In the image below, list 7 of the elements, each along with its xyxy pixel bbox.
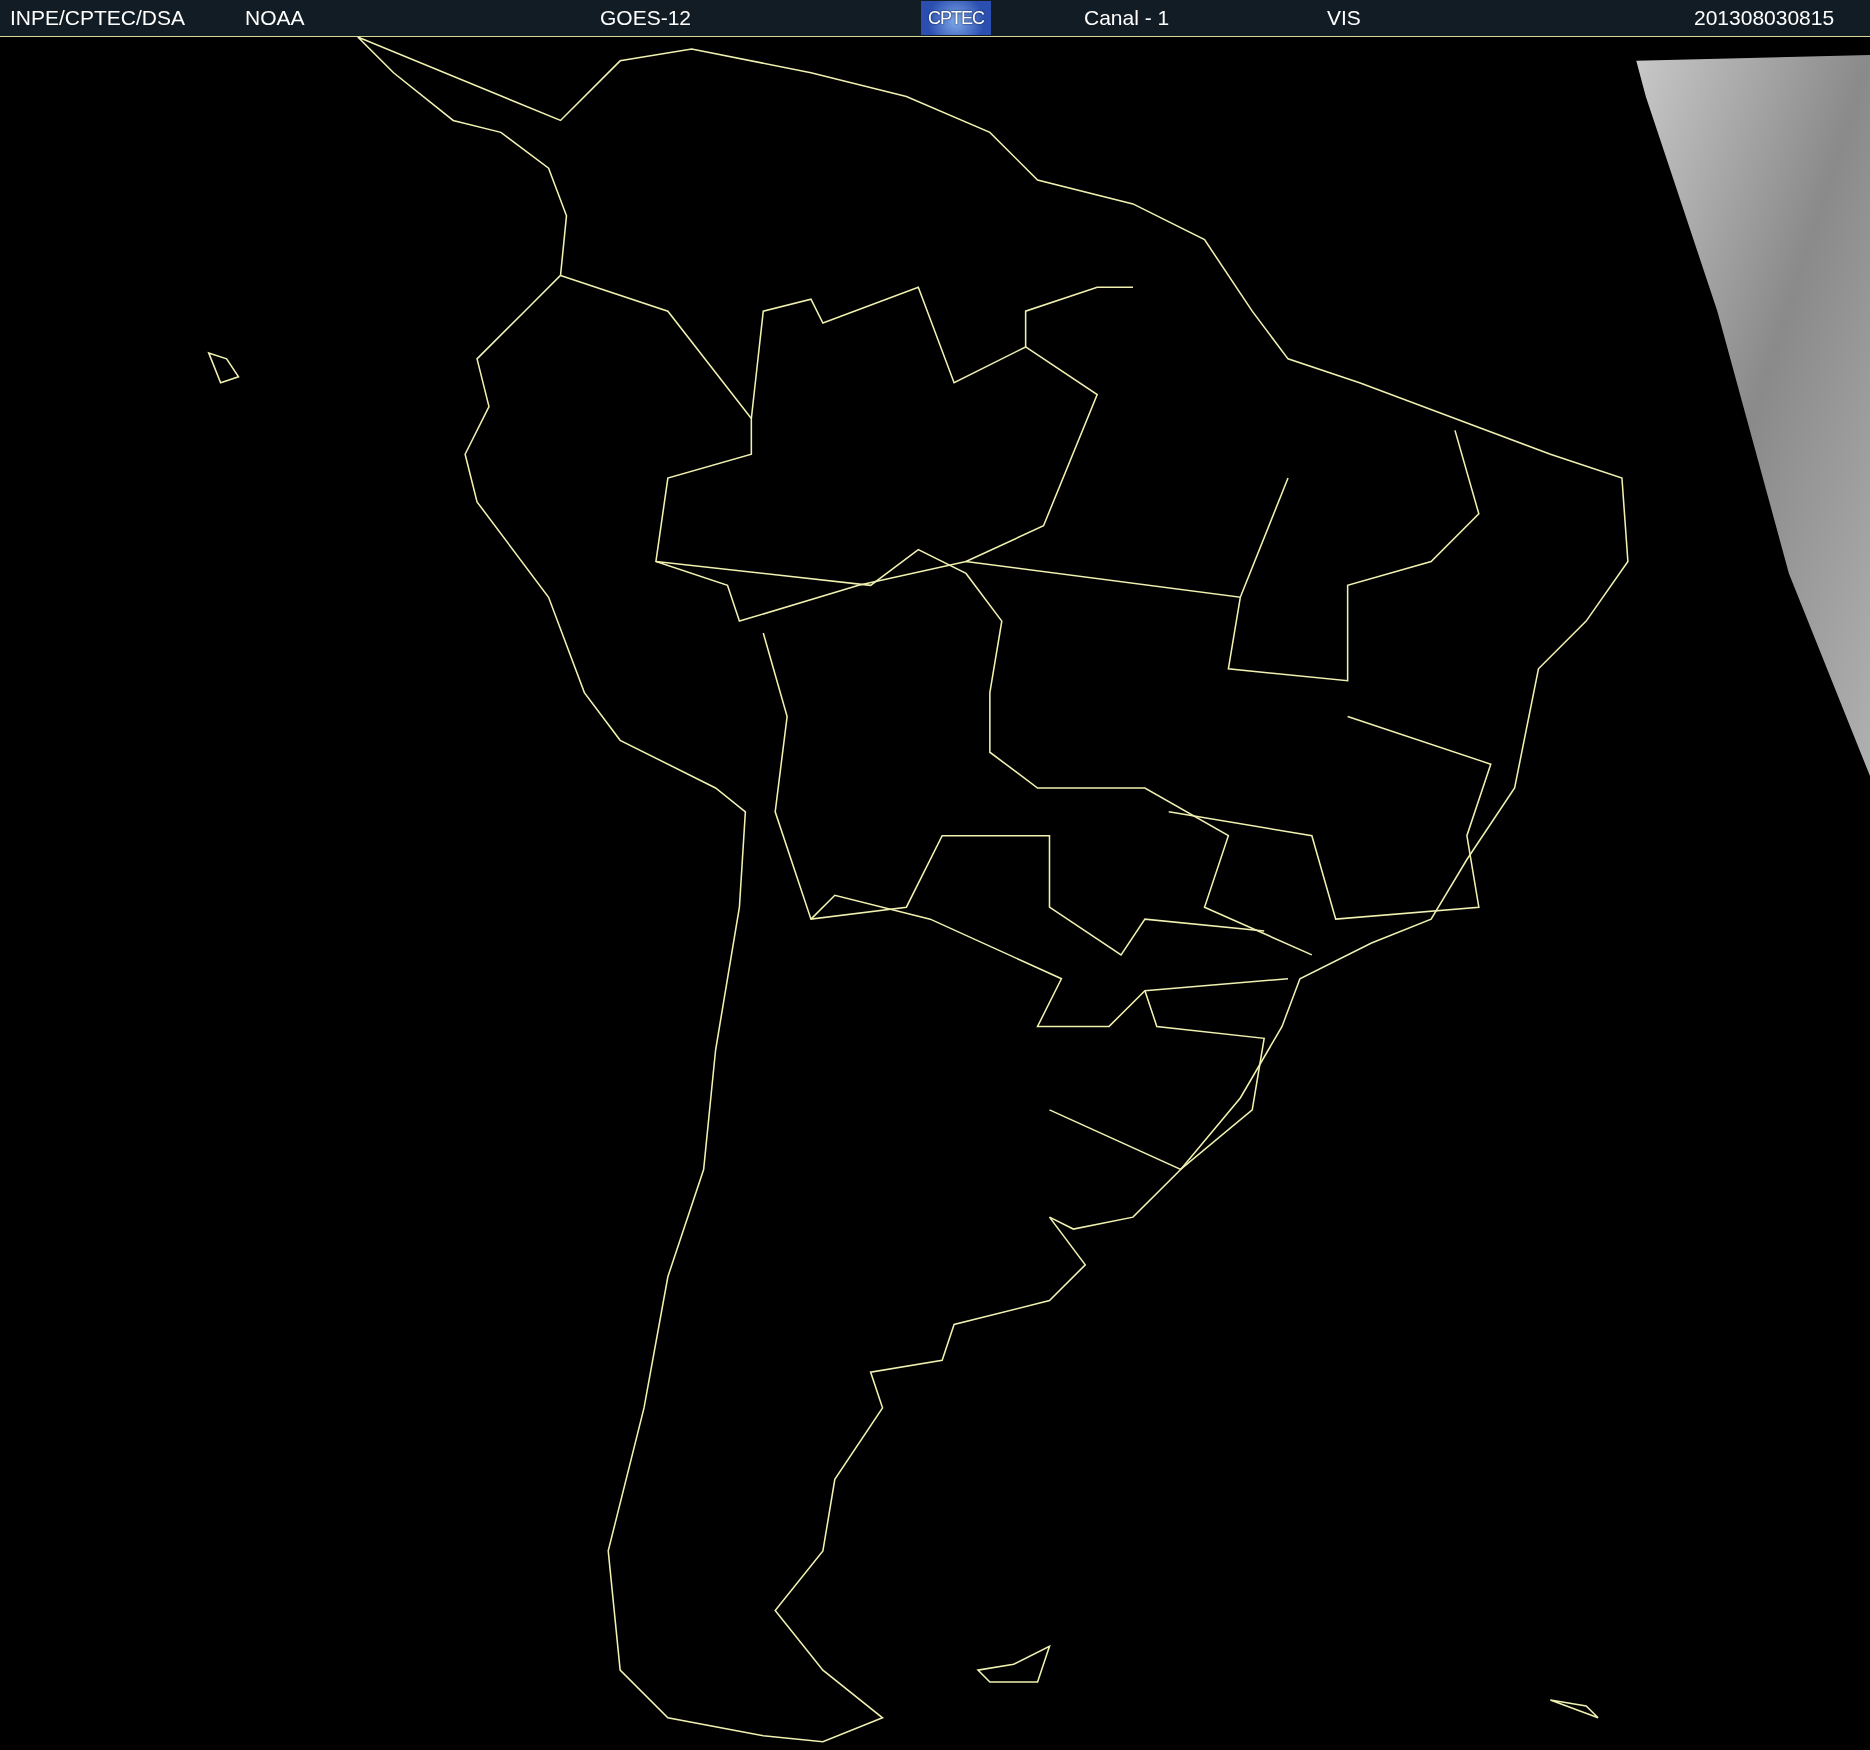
source-label: INPE/CPTEC/DSA [10, 6, 187, 30]
agency-label: NOAA [245, 6, 306, 30]
cptec-logo: CPTEC [921, 1, 991, 35]
channel-label: Canal - 1 [1084, 6, 1171, 30]
satellite-label: GOES-12 [600, 6, 693, 30]
timestamp-label: 201308030815 [1694, 6, 1835, 30]
band-label: VIS [1327, 6, 1362, 30]
